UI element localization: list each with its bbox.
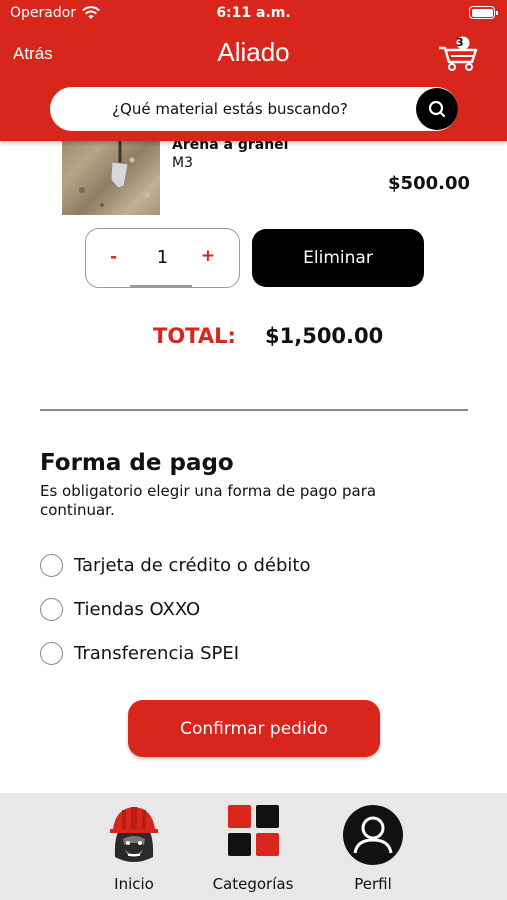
grid-icon <box>228 805 279 856</box>
payment-subtitle: Es obligatorio elegir una forma de pago … <box>40 482 377 519</box>
payment-option-oxxo[interactable]: Tiendas OXXO <box>40 597 200 621</box>
payment-option-spei[interactable]: Transferencia SPEI <box>40 641 239 665</box>
total-label: TOTAL: <box>153 324 236 348</box>
payment-option-label: Tarjeta de crédito o débito <box>74 554 311 576</box>
delete-button[interactable]: Eliminar <box>252 229 424 287</box>
quantity-value[interactable]: 1 <box>86 247 239 268</box>
tab-categorias[interactable]: Categorías <box>193 793 313 900</box>
payment-title: Forma de pago <box>40 450 234 476</box>
page-title: Aliado <box>217 37 290 67</box>
search-input[interactable] <box>50 87 410 131</box>
search-icon <box>428 100 446 118</box>
tab-perfil[interactable]: Perfil <box>313 793 433 900</box>
tab-label: Inicio <box>114 875 154 893</box>
gorilla-helmet-icon <box>110 807 158 862</box>
increase-quantity-button[interactable]: + <box>201 246 215 266</box>
radio-button[interactable] <box>40 597 63 621</box>
quantity-underline <box>130 285 192 287</box>
cart-count-badge: 3 <box>456 36 464 49</box>
tab-inicio[interactable]: Inicio <box>74 793 194 900</box>
status-bar: Operador 6:11 a.m. <box>0 0 507 28</box>
search-button[interactable] <box>416 88 458 130</box>
battery-icon <box>469 6 498 19</box>
bottom-tab-bar: Inicio Categorías Perfil <box>0 793 507 900</box>
tab-label: Perfil <box>354 875 392 893</box>
search-bar <box>50 87 458 131</box>
radio-button[interactable] <box>40 641 63 665</box>
quantity-stepper: - 1 + <box>85 228 240 288</box>
total-value: $1,500.00 <box>265 324 384 348</box>
shovel-icon <box>79 130 150 207</box>
product-unit: M3 <box>172 155 193 171</box>
radio-button[interactable] <box>40 553 63 577</box>
product-price: $500.00 <box>388 173 470 194</box>
cart-button[interactable]: 3 <box>436 36 480 72</box>
section-divider <box>40 409 468 411</box>
payment-option-label: Transferencia SPEI <box>74 642 240 664</box>
confirm-order-button[interactable]: Confirmar pedido <box>128 700 380 757</box>
app-header: Operador 6:11 a.m. Atrás Aliado 3 <box>0 0 507 141</box>
payment-option-label: Tiendas OXXO <box>74 598 201 620</box>
product-image <box>62 130 160 215</box>
payment-option-card[interactable]: Tarjeta de crédito o débito <box>40 553 310 577</box>
user-icon <box>343 805 403 865</box>
tab-label: Categorías <box>212 875 294 893</box>
status-time: 6:11 a.m. <box>216 5 291 21</box>
